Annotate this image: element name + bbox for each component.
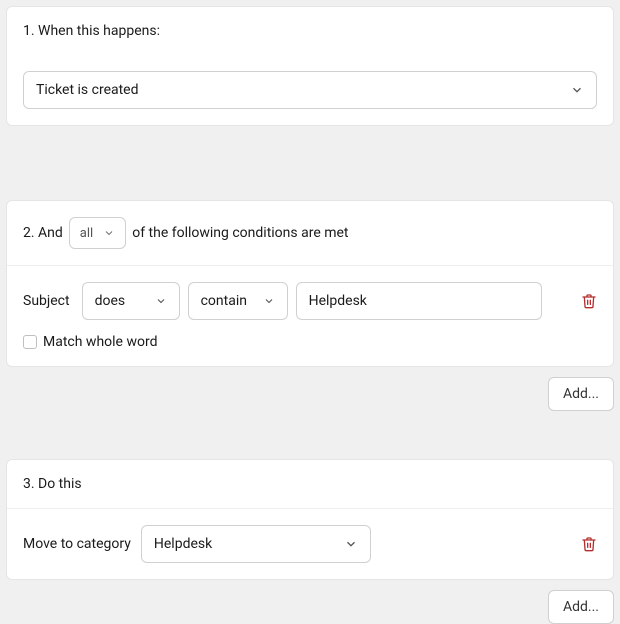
conditions-body: Subject does contain — [7, 265, 613, 366]
condition-field-label: Subject — [23, 293, 70, 309]
condition-row-left: Subject does contain — [23, 282, 573, 320]
add-condition-button[interactable]: Add... — [548, 377, 614, 411]
action-row: Move to category Helpdesk — [7, 508, 613, 579]
action-value-select[interactable]: Helpdesk — [141, 525, 371, 563]
trigger-body: Ticket is created — [7, 55, 613, 125]
condition-operator-value: contain — [201, 293, 247, 309]
trigger-heading: 1. When this happens: — [7, 7, 613, 55]
conditions-match-mode-select[interactable]: all — [69, 217, 126, 249]
trash-icon[interactable] — [581, 292, 597, 310]
condition-operator-select[interactable]: contain — [188, 282, 288, 320]
actions-card: 3. Do this Move to category Helpdesk — [6, 459, 614, 580]
trigger-card: 1. When this happens: Ticket is created — [6, 6, 614, 126]
conditions-heading-suffix: of the following conditions are met — [132, 225, 348, 241]
condition-value-input[interactable] — [296, 282, 542, 320]
add-action-button[interactable]: Add... — [548, 590, 614, 624]
actions-heading-text: 3. Do this — [23, 476, 82, 492]
trigger-event-value: Ticket is created — [36, 82, 139, 98]
chevron-down-icon — [570, 83, 584, 97]
chevron-down-icon — [263, 295, 275, 307]
conditions-match-mode-value: all — [80, 226, 93, 241]
chevron-down-icon — [155, 295, 167, 307]
conditions-card: 2. And all of the following conditions a… — [6, 200, 614, 367]
chevron-down-icon — [103, 227, 115, 239]
trigger-event-select[interactable]: Ticket is created — [23, 71, 597, 109]
action-label: Move to category — [23, 536, 131, 552]
actions-heading: 3. Do this — [7, 460, 613, 508]
whole-word-row: Match whole word — [23, 334, 597, 350]
conditions-add-row: Add... — [6, 367, 614, 411]
chevron-down-icon — [344, 537, 358, 551]
condition-row: Subject does contain — [23, 282, 597, 320]
trigger-heading-text: 1. When this happens: — [23, 23, 160, 39]
conditions-heading-prefix: 2. And — [23, 225, 63, 241]
actions-add-row: Add... — [6, 580, 614, 624]
whole-word-label: Match whole word — [43, 334, 157, 350]
condition-does-select[interactable]: does — [82, 282, 180, 320]
whole-word-checkbox[interactable] — [23, 335, 37, 349]
action-value: Helpdesk — [154, 536, 212, 552]
conditions-heading: 2. And all of the following conditions a… — [7, 201, 613, 265]
trash-icon[interactable] — [581, 535, 597, 553]
condition-does-value: does — [95, 293, 126, 309]
